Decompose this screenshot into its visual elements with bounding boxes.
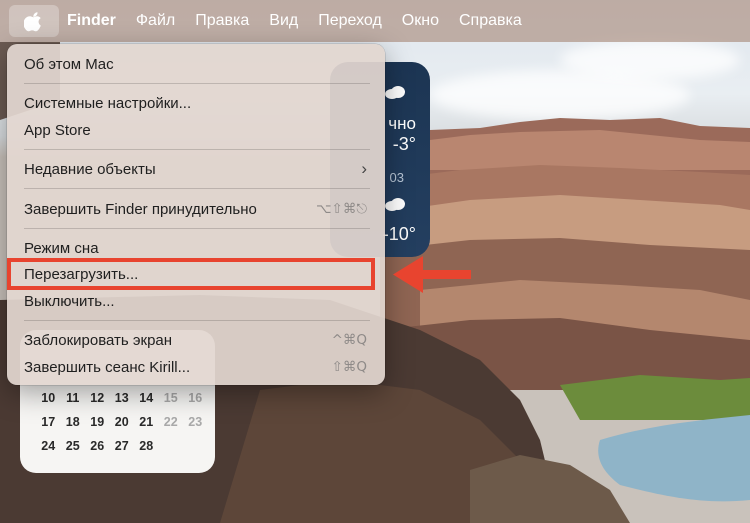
- chevron-right-icon: ›: [361, 159, 367, 178]
- menubar-help[interactable]: Справка: [459, 12, 522, 30]
- restart-highlight-box: [7, 258, 375, 290]
- menu-item-label: App Store: [24, 121, 91, 139]
- menubar-file[interactable]: Файл: [136, 12, 175, 30]
- menu-separator: [24, 228, 370, 229]
- calendar-day: 10: [41, 391, 56, 405]
- calendar-day: 25: [65, 439, 80, 453]
- menu-item-shortcut: ⇧⌘Q: [331, 359, 367, 375]
- calendar-day: 17: [41, 415, 56, 429]
- calendar-week-row: 24 25 26 27 28: [36, 439, 159, 453]
- calendar-day: 13: [114, 391, 129, 405]
- menu-item-lock-screen[interactable]: Заблокировать экран ^⌘Q: [7, 328, 385, 352]
- weather-condition: чно: [388, 114, 416, 133]
- menu-item-label: Режим сна: [24, 239, 99, 257]
- calendar-day: 21: [139, 415, 154, 429]
- calendar-day: 12: [90, 391, 105, 405]
- menu-item-shutdown[interactable]: Выключить...: [7, 289, 385, 313]
- menu-item-app-store[interactable]: App Store: [7, 118, 385, 142]
- menu-item-shortcut: ^⌘Q: [331, 332, 367, 348]
- calendar-day: 27: [114, 439, 129, 453]
- menubar-view[interactable]: Вид: [269, 12, 298, 30]
- menu-separator: [24, 83, 370, 84]
- menu-item-system-settings[interactable]: Системные настройки...: [7, 91, 385, 115]
- menu-item-shortcut: ⌥⇧⌘⎋: [315, 201, 367, 217]
- calendar-day: 23: [188, 415, 203, 429]
- apple-menu-button[interactable]: [9, 5, 59, 37]
- calendar-day: 15: [163, 391, 178, 405]
- menu-item-label: Системные настройки...: [24, 94, 192, 112]
- cloud-icon: [385, 198, 405, 211]
- menu-item-label: Завершить Finder принудительно: [24, 200, 257, 218]
- menu-item-label: Заблокировать экран: [24, 331, 173, 349]
- calendar-day: 26: [90, 439, 105, 453]
- menu-bar: Finder Файл Правка Вид Переход Окно Спра…: [0, 0, 750, 42]
- arrow-left-icon: [393, 256, 471, 293]
- weather-temperature: -3°: [392, 134, 416, 154]
- weather-hour: 03: [389, 170, 404, 185]
- calendar-day: 22: [163, 415, 178, 429]
- calendar-week-row: 10 11 12 13 14 15 16: [36, 391, 208, 405]
- calendar-day: 20: [114, 415, 129, 429]
- calendar-day: 16: [188, 391, 203, 405]
- menu-item-label: Об этом Mac: [24, 55, 114, 73]
- menu-item-label: Недавние объекты: [24, 160, 156, 178]
- menu-separator: [24, 149, 370, 150]
- calendar-day: 24: [41, 439, 56, 453]
- cloud-icon: [385, 86, 405, 99]
- menu-item-force-quit[interactable]: Завершить Finder принудительно ⌥⇧⌘⎋: [7, 197, 385, 221]
- calendar-week-row: 17 18 19 20 21 22 23: [36, 415, 208, 429]
- calendar-day: 19: [90, 415, 105, 429]
- calendar-day: 14: [139, 391, 154, 405]
- calendar-day: 11: [66, 391, 80, 405]
- calendar-day: 18: [65, 415, 80, 429]
- menu-item-sleep[interactable]: Режим сна: [7, 236, 385, 260]
- menu-item-label: Выключить...: [24, 292, 115, 310]
- menu-item-logout[interactable]: Завершить сеанс Kirill... ⇧⌘Q: [7, 355, 385, 379]
- apple-menu-dropdown: Об этом Mac Системные настройки... App S…: [7, 44, 385, 385]
- menubar-window[interactable]: Окно: [402, 12, 439, 30]
- menu-item-recent-items[interactable]: Недавние объекты ›: [7, 157, 385, 181]
- calendar-day: 28: [139, 439, 154, 453]
- apple-logo-icon: [24, 12, 41, 32]
- menu-item-label: Завершить сеанс Kirill...: [24, 358, 191, 376]
- menubar-go[interactable]: Переход: [318, 12, 382, 30]
- menu-item-about[interactable]: Об этом Mac: [7, 52, 385, 76]
- menubar-app-name[interactable]: Finder: [67, 12, 116, 30]
- menu-separator: [24, 320, 370, 321]
- menubar-edit[interactable]: Правка: [195, 12, 249, 30]
- weather-forecast-temperature: -10°: [382, 224, 416, 244]
- menu-separator: [24, 188, 370, 189]
